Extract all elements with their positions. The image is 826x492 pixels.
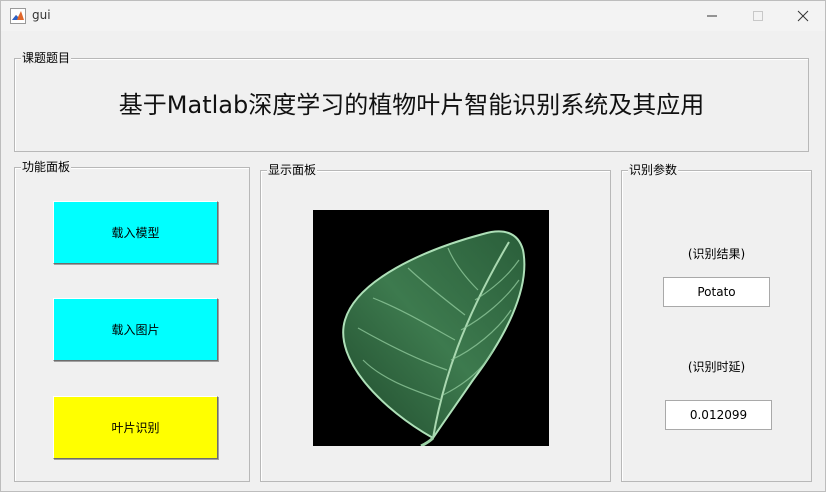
topic-panel-label: 课题题目 (21, 51, 72, 66)
maximize-icon (753, 11, 763, 21)
function-panel: 功能面板 载入模型 载入图片 叶片识别 (14, 160, 250, 482)
latency-label: (识别时延) (687, 360, 746, 374)
parameters-panel-label: 识别参数 (628, 163, 679, 178)
app-window: gui 课题题目 基于Matlab深度学习的植物叶片智能识别系统及其应用 功能面… (0, 0, 826, 492)
maximize-button[interactable] (735, 1, 781, 31)
display-panel-label: 显示面板 (267, 163, 318, 178)
display-panel: 显示面板 (260, 163, 611, 482)
result-field[interactable]: Potato (663, 277, 770, 307)
parameters-panel: 识别参数 (识别结果) Potato (识别时延) 0.012099 (621, 163, 812, 482)
load-image-button[interactable]: 载入图片 (53, 298, 218, 361)
function-panel-label: 功能面板 (21, 160, 72, 175)
latency-field[interactable]: 0.012099 (665, 400, 772, 430)
identify-leaf-button[interactable]: 叶片识别 (53, 396, 218, 459)
project-title: 基于Matlab深度学习的植物叶片智能识别系统及其应用 (118, 91, 705, 119)
load-model-button[interactable]: 载入模型 (53, 201, 218, 264)
topic-panel: 课题题目 基于Matlab深度学习的植物叶片智能识别系统及其应用 (14, 51, 809, 152)
result-label: (识别结果) (687, 247, 746, 261)
close-icon (797, 10, 809, 22)
close-button[interactable] (780, 1, 826, 31)
title-bar[interactable]: gui (1, 1, 825, 31)
minimize-icon (707, 15, 717, 17)
potato-leaf-image (313, 210, 549, 446)
leaf-image-axes (313, 210, 549, 446)
window-title: gui (32, 8, 51, 22)
minimize-button[interactable] (689, 1, 735, 31)
matlab-icon (10, 8, 26, 24)
